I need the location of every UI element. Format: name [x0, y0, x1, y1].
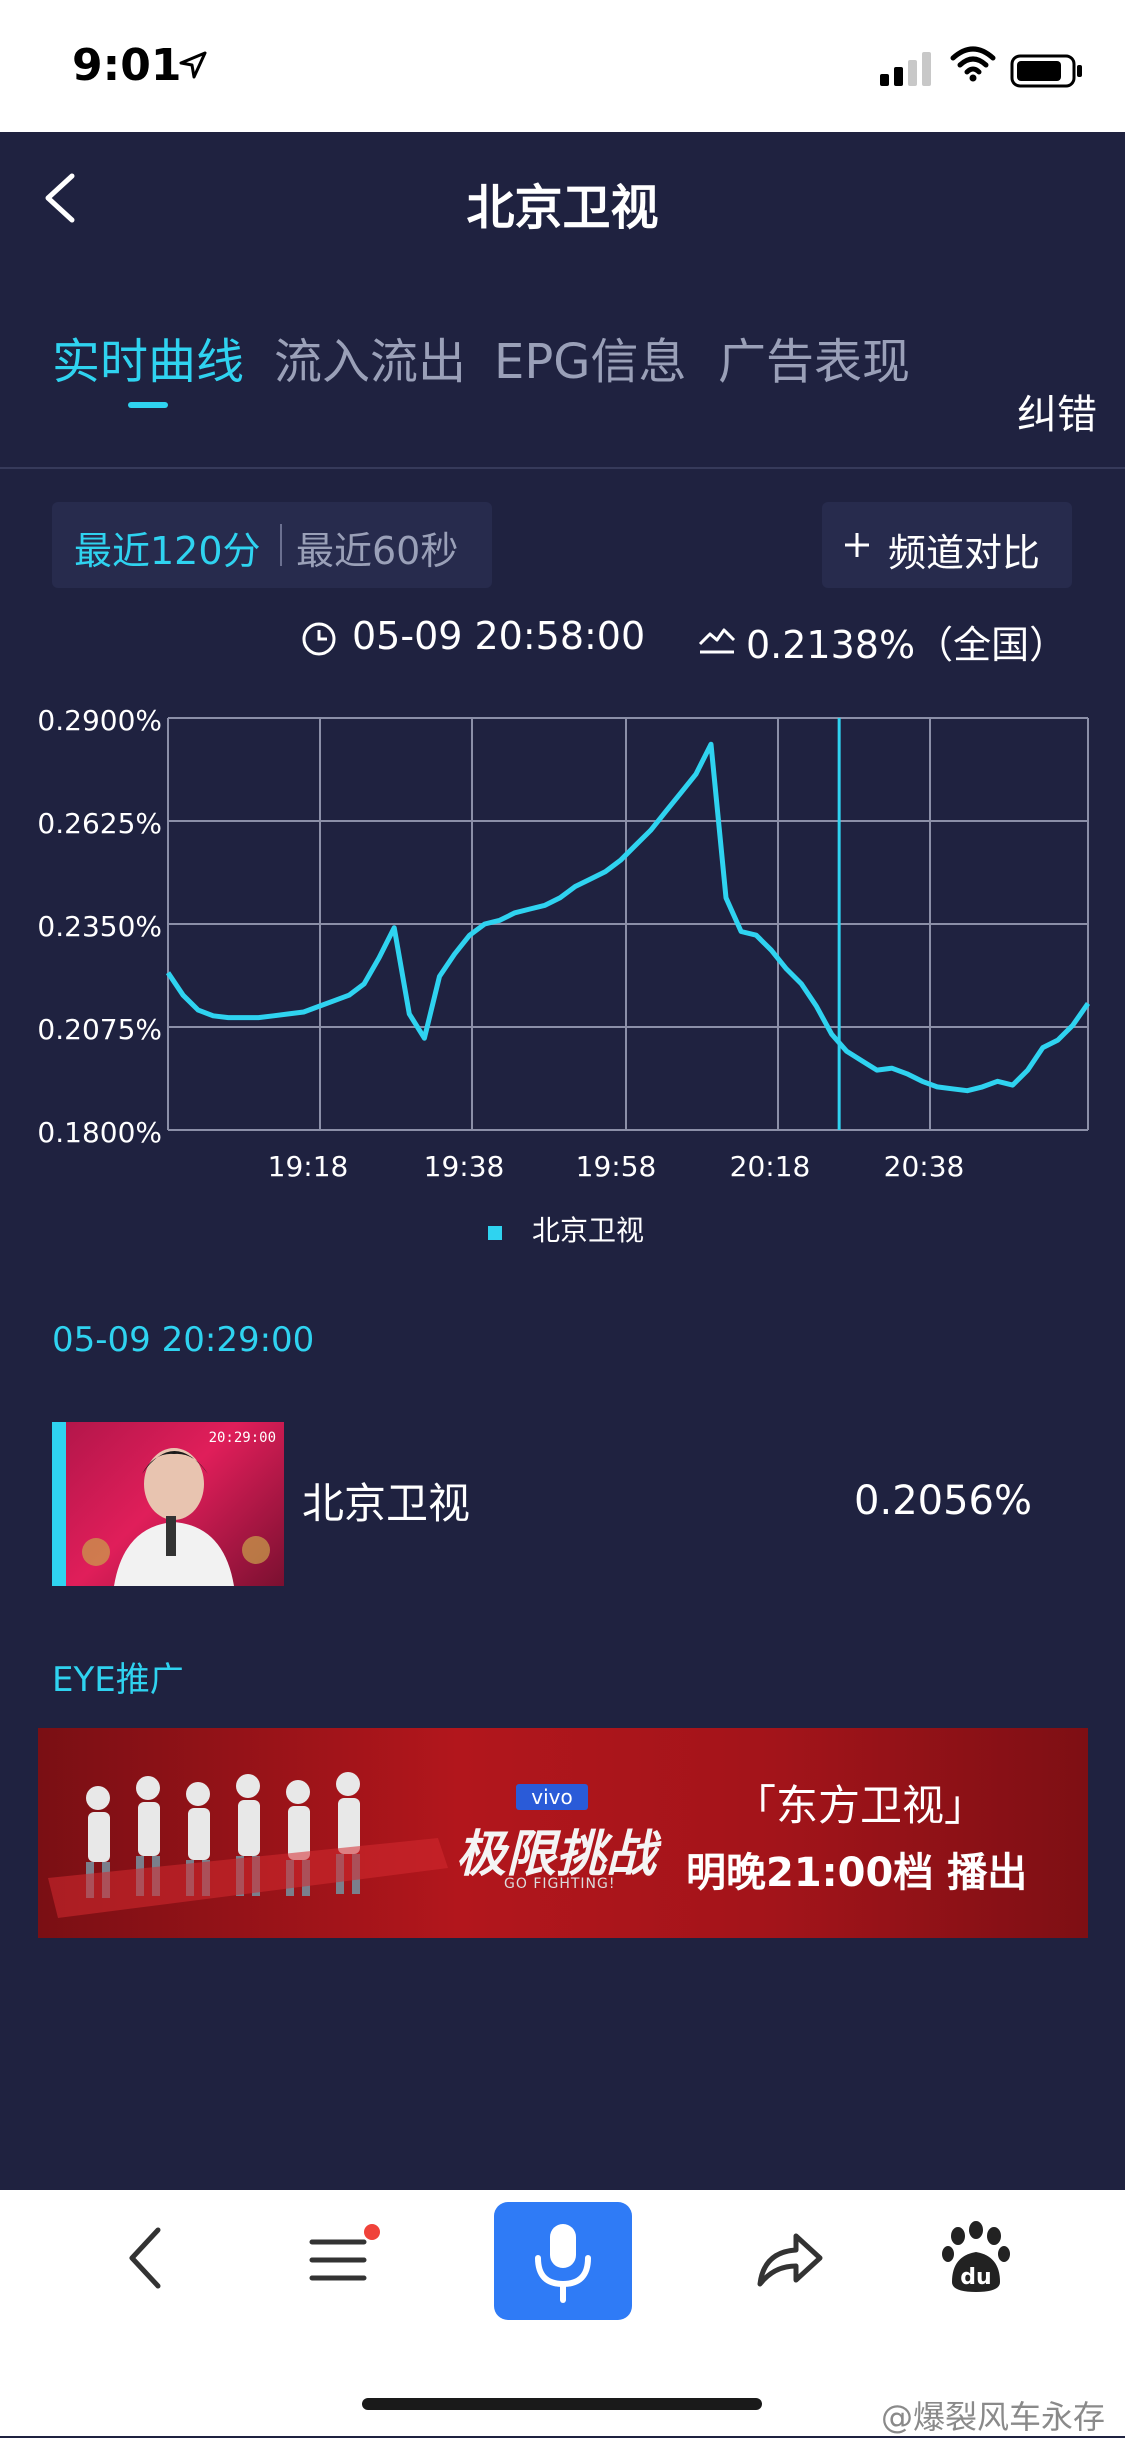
x-tick-label: 19:18 [268, 1150, 349, 1183]
y-tick-label: 0.2625% [37, 807, 162, 840]
program-thumbnail: 20:29:00 [66, 1422, 284, 1586]
baidu-paw-icon[interactable]: du [938, 2218, 1014, 2298]
clock-icon [302, 622, 336, 656]
range-option-120min[interactable]: 最近120分 [74, 520, 261, 575]
tab-bar: 实时曲线 流入流出 EPG信息 广告表现 纠错 [0, 300, 1125, 470]
y-tick-label: 0.2900% [37, 704, 162, 737]
chart-info-line: 05-09 20:58:00 0.2138%（全国） [300, 610, 1080, 667]
y-tick-label: 0.2075% [37, 1013, 162, 1046]
banner-airtime: 明晚21:00档 播出 [686, 1850, 1028, 1896]
svg-text:du: du [960, 2265, 991, 2290]
status-bar: 9:01 [0, 0, 1125, 132]
wifi-icon [950, 46, 996, 82]
program-rating: 0.2056% [854, 1478, 1032, 1524]
info-rating: 0.2138%（全国） [746, 623, 1068, 667]
program-indicator-bar [52, 1422, 66, 1586]
time-range-selector: 最近120分 最近60秒 [52, 502, 492, 588]
y-tick-label: 0.1800% [37, 1116, 162, 1149]
signal-icon [880, 52, 931, 86]
tab-epg-info[interactable]: EPG信息 [494, 322, 686, 392]
voice-search-button[interactable] [494, 2202, 632, 2320]
performer-image [82, 1448, 270, 1586]
plus-icon [845, 533, 869, 557]
banner-show-subtitle: GO FIGHTING! [504, 1876, 616, 1892]
watermark: @爆裂风车永存 [880, 2398, 1105, 2436]
legend-label: 北京卫视 [532, 1214, 644, 1247]
x-tick-label: 19:38 [424, 1150, 505, 1183]
microphone-icon [535, 2224, 591, 2303]
browser-back-icon[interactable] [116, 2218, 176, 2298]
location-arrow-icon [179, 51, 207, 79]
program-channel-name: 北京卫视 [302, 1479, 471, 1528]
x-tick-label: 20:38 [884, 1150, 965, 1183]
active-tab-indicator [128, 402, 168, 408]
tab-ad-performance[interactable]: 广告表现 [718, 322, 910, 392]
home-indicator [362, 2398, 762, 2410]
vivo-badge: vivo [516, 1784, 588, 1810]
promo-banner[interactable]: vivo 极限挑战 GO FIGHTING! 「东方卫视」 明晚21:00档 播… [38, 1728, 1088, 1938]
share-icon[interactable] [750, 2218, 830, 2298]
channel-compare-label: 频道对比 [888, 531, 1041, 575]
y-tick-label: 0.2350% [37, 910, 162, 943]
correction-button[interactable]: 纠错 [1017, 382, 1097, 440]
banner-artwork [48, 1772, 448, 1918]
program-row[interactable]: 20:29:00 北京卫视 0.2056% [52, 1422, 1072, 1586]
tab-realtime-curve[interactable]: 实时曲线 [52, 322, 244, 392]
range-option-60sec[interactable]: 最近60秒 [296, 520, 458, 575]
banner-channel: 「东方卫视」 [734, 1781, 987, 1830]
channel-compare-button[interactable]: 频道对比 [822, 502, 1072, 588]
rating-line-chart: 0.2900% 0.2625% 0.2350% 0.2075% 0.1800% 19:18… [37, 704, 1091, 1247]
status-time: 9:01 [72, 40, 182, 91]
divider [0, 467, 1125, 469]
tab-inflow-outflow[interactable]: 流入流出 [274, 322, 466, 392]
snapshot-time: 05-09 20:29:00 [52, 1320, 315, 1360]
battery-icon [1010, 54, 1082, 88]
segment-separator [280, 524, 282, 566]
promo-section-label: EYE推广 [52, 1660, 184, 1700]
x-tick-label: 20:18 [730, 1150, 811, 1183]
trend-icon [698, 628, 736, 654]
navigation-bar: 北京卫视 [0, 132, 1125, 262]
legend-marker [488, 1226, 502, 1240]
series-line [165, 741, 1091, 1094]
x-tick-label: 19:58 [576, 1150, 657, 1183]
menu-icon[interactable] [306, 2218, 382, 2298]
page-title: 北京卫视 [466, 180, 659, 236]
info-time: 05-09 20:58:00 [352, 614, 646, 658]
thumbnail-timestamp: 20:29:00 [208, 1430, 276, 1446]
